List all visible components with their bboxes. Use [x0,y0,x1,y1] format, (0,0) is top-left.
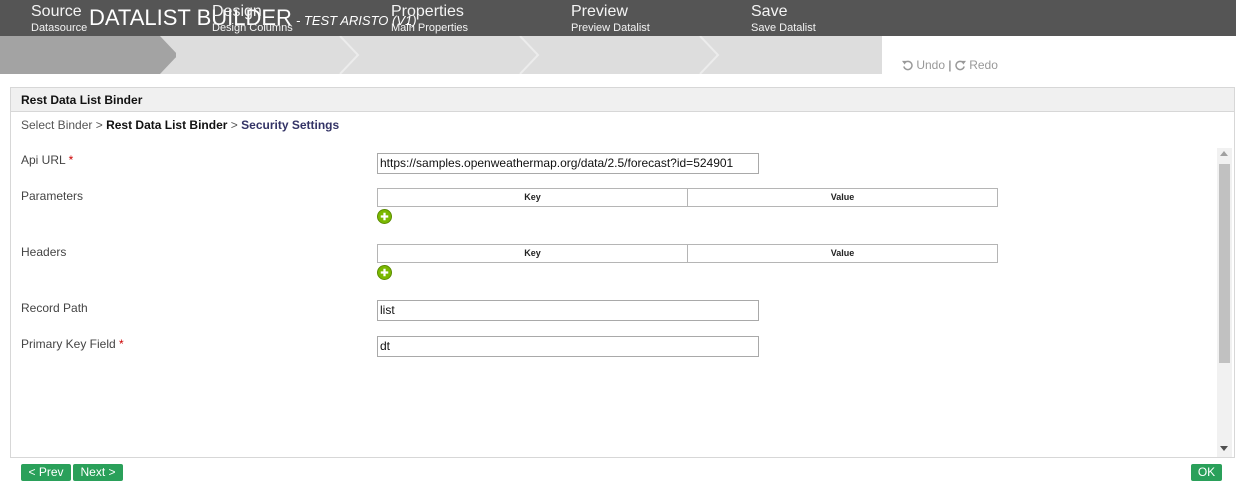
breadcrumb: Select Binder > Rest Data List Binder > … [21,118,339,132]
step-preview-subtitle: Preview Datalist [571,22,650,34]
breadcrumb-separator: > [95,118,103,132]
undo-icon [902,60,913,71]
prev-button[interactable]: < Prev [21,464,71,481]
primary-key-input[interactable]: dt [377,336,759,357]
binder-panel: Rest Data List Binder [10,87,1235,457]
api-url-input[interactable]: https://samples.openweathermap.org/data/… [377,153,759,174]
breadcrumb-select-binder[interactable]: Select Binder [21,118,92,132]
step-save-title: Save [751,3,788,20]
record-path-input[interactable]: list [377,300,759,321]
step-source-title: Source [31,3,82,20]
record-path-label: Record Path [21,301,88,315]
parameters-label: Parameters [21,189,84,203]
step-preview-title: Preview [571,3,628,20]
step-design-title: Design [212,3,262,20]
panel-title: Rest Data List Binder [21,93,143,107]
redo-icon [955,60,966,71]
redo-button[interactable]: Redo [955,57,998,73]
redo-label: Redo [969,58,998,73]
step-save-subtitle: Save Datalist [751,22,816,34]
parameters-value-header: Value [830,192,855,202]
step-design-subtitle: Design Columns [212,22,293,34]
headers-label: Headers [21,245,67,259]
headers-key-header: Key [378,245,688,262]
ok-button[interactable]: OK [1191,464,1222,481]
scroll-thumb[interactable] [1219,164,1230,363]
parameters-table: Key Value [377,188,998,207]
scroll-up-arrow-icon[interactable] [1220,151,1228,156]
parameters-key-header: Key [378,189,688,206]
api-url-label: Api URL * [21,153,73,167]
step-chevrons [339,36,720,74]
breadcrumb-security-settings[interactable]: Security Settings [241,118,339,132]
api-url-label-text: Api URL [21,153,66,167]
undo-label: Undo [916,58,946,73]
primary-key-label-text: Primary Key Field [21,337,116,351]
required-marker: * [119,337,124,351]
breadcrumb-separator: > [230,118,238,132]
panel-scrollbar[interactable] [1217,148,1232,457]
history-separator: | [948,57,952,72]
headers-table: Key Value [377,244,998,263]
step-properties-subtitle: Main Properties [391,22,469,34]
scroll-down-arrow-icon[interactable] [1220,446,1228,451]
footer-divider [10,457,1235,458]
panel-header: Rest Data List Binder [11,88,1234,112]
undo-button[interactable]: Undo [902,57,948,73]
add-header-icon[interactable] [377,265,392,280]
breadcrumb-current: Rest Data List Binder [106,118,228,132]
next-button[interactable]: Next > [73,464,123,481]
step-source-subtitle: Datasource [31,22,88,34]
history-controls: Undo | Redo [902,57,998,72]
step-properties-title: Properties [391,3,464,20]
required-marker: * [68,153,74,167]
headers-value-header: Value [830,248,855,258]
add-parameter-icon[interactable] [377,209,392,224]
primary-key-label: Primary Key Field * [21,337,124,351]
